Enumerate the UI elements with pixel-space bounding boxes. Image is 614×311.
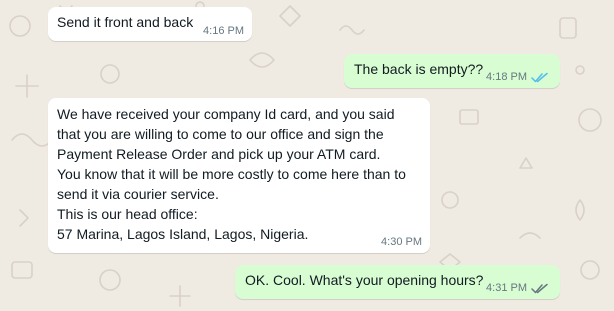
message-text-line: This is our head office: — [57, 206, 198, 222]
message-text-line: Payment Release Order and pick up your A… — [57, 146, 381, 162]
double-check-delivered-icon — [531, 283, 548, 293]
double-check-read-icon — [531, 72, 548, 82]
message-time: 4:31 PM — [486, 282, 527, 294]
message-text-block: We have received your company Id card, a… — [57, 104, 406, 244]
message-time: 4:18 PM — [486, 71, 527, 83]
message-text-line: We have received your company Id card, a… — [57, 106, 395, 122]
message-timestamp: 4:31 PM — [486, 281, 548, 295]
message-timestamp: 4:18 PM — [486, 70, 548, 84]
message-timestamp: 4:30 PM — [381, 235, 422, 249]
message-text-line: send it via courier service. — [57, 186, 219, 202]
message-text-line: You know that it will be more costly to … — [57, 166, 406, 182]
message-bubble-outgoing[interactable]: OK. Cool. What's your opening hours? 4:3… — [235, 265, 560, 299]
message-bubble-incoming[interactable]: Send it front and back 4:16 PM — [48, 7, 252, 41]
message-timestamp: 4:16 PM — [203, 24, 244, 38]
message-text-line: 57 Marina, Lagos Island, Lagos, Nigeria. — [57, 226, 309, 242]
message-time: 4:16 PM — [203, 25, 244, 37]
message-text: The back is empty?? — [354, 61, 484, 77]
chat-conversation: Send it front and back 4:16 PM The back … — [0, 0, 614, 311]
message-text: OK. Cool. What's your opening hours? — [245, 272, 484, 288]
message-bubble-incoming[interactable]: We have received your company Id card, a… — [48, 98, 430, 253]
message-text: Send it front and back — [57, 14, 194, 30]
message-bubble-outgoing[interactable]: The back is empty?? 4:18 PM — [344, 54, 560, 88]
message-text-line: that you are willing to come to our offi… — [57, 126, 384, 142]
message-time: 4:30 PM — [381, 236, 422, 248]
